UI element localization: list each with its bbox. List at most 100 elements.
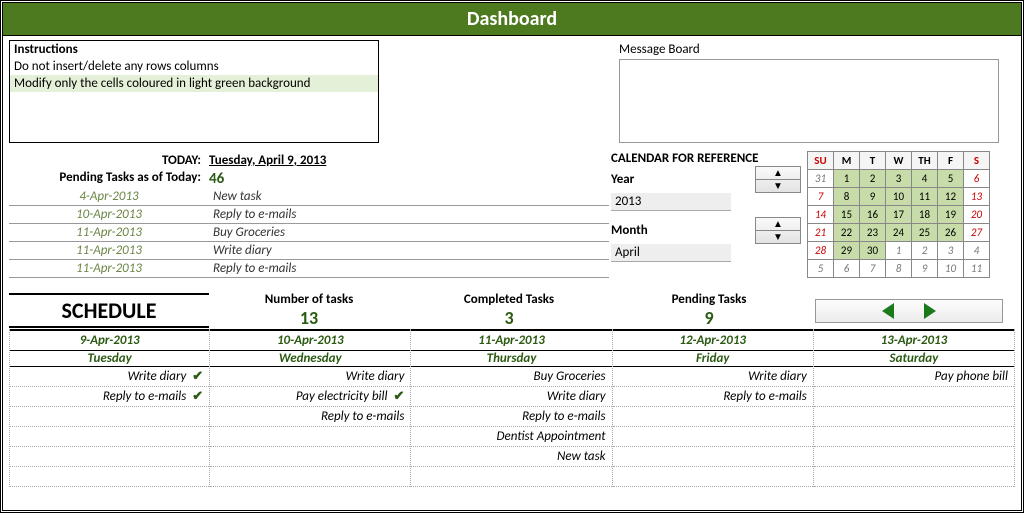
schedule-day-dow: Tuesday [10, 351, 209, 367]
schedule-task-cell[interactable]: Reply to e-mails [411, 407, 611, 427]
month-up-icon[interactable]: ▲ [756, 218, 800, 230]
check-icon: ✔ [192, 369, 203, 384]
year-value[interactable]: 2013 [611, 193, 731, 211]
schedule-task-cell[interactable] [210, 447, 410, 467]
cal-day[interactable]: 15 [834, 206, 860, 224]
schedule-task-cell[interactable] [814, 467, 1014, 487]
schedule-task-cell[interactable]: Pay phone bill [814, 367, 1014, 387]
cal-day[interactable]: 8 [886, 260, 912, 278]
prev-day-button[interactable] [882, 303, 894, 319]
year-up-icon[interactable]: ▲ [756, 167, 800, 179]
cal-day[interactable]: 20 [964, 206, 990, 224]
cal-day[interactable]: 31 [808, 170, 834, 188]
cal-day[interactable]: 28 [808, 242, 834, 260]
cal-day[interactable]: 8 [834, 188, 860, 206]
schedule-task-cell[interactable]: Reply to e-mails✔ [10, 387, 209, 407]
cal-day[interactable]: 30 [860, 242, 886, 260]
cal-day[interactable]: 2 [912, 242, 938, 260]
year-down-icon[interactable]: ▼ [756, 179, 800, 192]
month-value[interactable]: April [611, 244, 731, 262]
cal-day[interactable]: 12 [938, 188, 964, 206]
schedule-task-cell[interactable] [210, 427, 410, 447]
cal-day[interactable]: 23 [860, 224, 886, 242]
schedule-task-cell[interactable]: Write diary [411, 387, 611, 407]
cal-day[interactable]: 10 [938, 260, 964, 278]
pending-count-label: Pending Tasks as of Today: [9, 170, 209, 188]
cal-day[interactable]: 1 [886, 242, 912, 260]
schedule-task-cell[interactable] [613, 447, 813, 467]
next-day-button[interactable] [924, 303, 936, 319]
cal-day[interactable]: 5 [938, 170, 964, 188]
cal-day[interactable]: 22 [834, 224, 860, 242]
cal-day[interactable]: 14 [808, 206, 834, 224]
schedule-day-dow: Wednesday [210, 351, 410, 367]
pending-item-task: New task [209, 188, 609, 206]
cal-day[interactable]: 25 [912, 224, 938, 242]
schedule-task-cell[interactable]: Reply to e-mails [613, 387, 813, 407]
cal-day[interactable]: 24 [886, 224, 912, 242]
schedule-task-cell[interactable] [10, 407, 209, 427]
cal-day[interactable]: 4 [964, 242, 990, 260]
schedule-task-cell[interactable] [10, 447, 209, 467]
cal-day[interactable]: 7 [860, 260, 886, 278]
today-value: Tuesday, April 9, 2013 [209, 151, 609, 170]
schedule-task-cell[interactable]: Dentist Appointment [411, 427, 611, 447]
schedule-task-cell[interactable] [613, 407, 813, 427]
cal-day[interactable]: 13 [964, 188, 990, 206]
num-tasks-value: 13 [209, 307, 409, 329]
schedule-task-cell[interactable] [411, 467, 611, 487]
year-label: Year [611, 172, 681, 187]
calendar-reference: CALENDAR FOR REFERENCE Year ▲ ▼ 2013 Mon… [611, 151, 1011, 278]
schedule-task-cell[interactable] [814, 407, 1014, 427]
cal-day[interactable]: 1 [834, 170, 860, 188]
cal-day[interactable]: 7 [808, 188, 834, 206]
schedule-task-cell[interactable]: New task [411, 447, 611, 467]
schedule-task-text: Reply to e-mails [103, 389, 186, 404]
month-down-icon[interactable]: ▼ [756, 230, 800, 243]
cal-day[interactable]: 16 [860, 206, 886, 224]
cal-day[interactable]: 6 [964, 170, 990, 188]
message-board-input[interactable] [619, 59, 999, 143]
cal-day[interactable]: 17 [886, 206, 912, 224]
cal-day[interactable]: 3 [938, 242, 964, 260]
schedule-task-cell[interactable]: Write diary✔ [10, 367, 209, 387]
schedule-task-cell[interactable]: Pay electricity bill✔ [210, 387, 410, 407]
cal-dow: S [964, 152, 990, 170]
schedule-task-cell[interactable] [10, 427, 209, 447]
schedule-task-cell[interactable]: Write diary [613, 367, 813, 387]
pending-item-task: Reply to e-mails [209, 206, 609, 224]
cal-day[interactable]: 11 [912, 188, 938, 206]
pending-tasks-value: 9 [609, 307, 809, 329]
schedule-task-cell[interactable] [10, 467, 209, 487]
cal-day[interactable]: 10 [886, 188, 912, 206]
schedule-task-cell[interactable] [814, 427, 1014, 447]
schedule-task-cell[interactable] [613, 427, 813, 447]
schedule-task-cell[interactable] [613, 467, 813, 487]
cal-day[interactable]: 3 [886, 170, 912, 188]
month-spinner[interactable]: ▲ ▼ [755, 217, 801, 244]
schedule-day-column: 10-Apr-2013WednesdayWrite diaryPay elect… [210, 329, 411, 487]
cal-day[interactable]: 2 [860, 170, 886, 188]
cal-day[interactable]: 29 [834, 242, 860, 260]
cal-day[interactable]: 9 [860, 188, 886, 206]
cal-day[interactable]: 5 [808, 260, 834, 278]
cal-day[interactable]: 27 [964, 224, 990, 242]
check-icon: ✔ [393, 389, 404, 404]
cal-day[interactable]: 21 [808, 224, 834, 242]
schedule-task-cell[interactable]: Reply to e-mails [210, 407, 410, 427]
cal-dow: W [886, 152, 912, 170]
schedule-task-cell[interactable] [814, 387, 1014, 407]
cal-day[interactable]: 26 [938, 224, 964, 242]
schedule-task-cell[interactable]: Write diary [210, 367, 410, 387]
cal-day[interactable]: 6 [834, 260, 860, 278]
pending-item-date: 10-Apr-2013 [9, 206, 209, 224]
cal-day[interactable]: 9 [912, 260, 938, 278]
cal-day[interactable]: 11 [964, 260, 990, 278]
year-spinner[interactable]: ▲ ▼ [755, 166, 801, 193]
schedule-task-cell[interactable]: Buy Groceries [411, 367, 611, 387]
cal-day[interactable]: 4 [912, 170, 938, 188]
schedule-task-cell[interactable] [814, 447, 1014, 467]
cal-day[interactable]: 18 [912, 206, 938, 224]
schedule-task-cell[interactable] [210, 467, 410, 487]
cal-day[interactable]: 19 [938, 206, 964, 224]
